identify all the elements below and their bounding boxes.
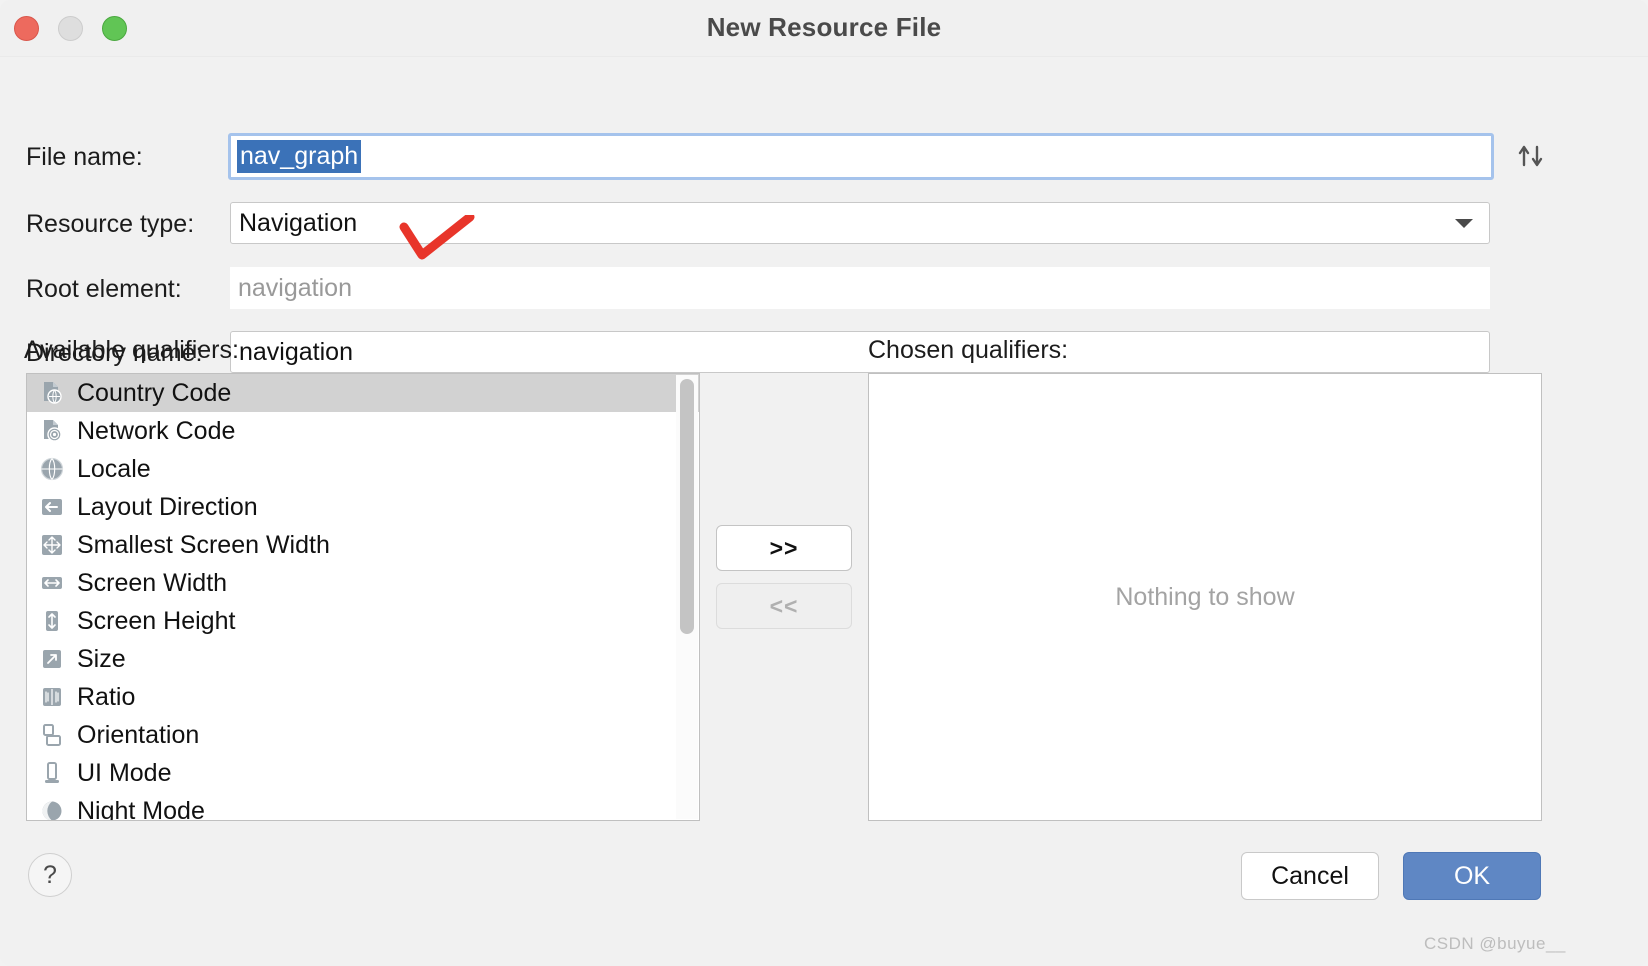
resource-type-label-row: Resource type: [26, 210, 194, 239]
available-list-scrollbar-thumb[interactable] [680, 379, 694, 634]
list-item-label: Ratio [77, 682, 136, 711]
list-item[interactable]: Night Mode [27, 792, 699, 821]
list-item-label: Smallest Screen Width [77, 530, 330, 559]
title-bar: New Resource File [0, 0, 1648, 57]
list-item-label: Network Code [77, 416, 236, 445]
network-code-icon [37, 416, 67, 446]
list-item-label: Screen Height [77, 606, 236, 635]
list-item[interactable]: Smallest Screen Width [27, 526, 699, 564]
file-name-input[interactable]: nav_graph [228, 133, 1494, 180]
list-item-label: Layout Direction [77, 492, 258, 521]
resource-type-dropdown[interactable]: Navigation [230, 202, 1490, 244]
ok-button[interactable]: OK [1403, 852, 1541, 900]
directory-name-value: navigation [239, 337, 353, 366]
list-item-label: UI Mode [77, 758, 172, 787]
ratio-icon [37, 682, 67, 712]
help-button[interactable]: ? [28, 853, 72, 897]
list-item-label: Locale [77, 454, 151, 483]
chosen-qualifiers-label: Chosen qualifiers: [868, 336, 1069, 364]
layout-direction-icon [37, 492, 67, 522]
list-item[interactable]: Network Code [27, 412, 699, 450]
country-code-icon [37, 378, 67, 408]
root-element-input: navigation [230, 267, 1490, 309]
list-item[interactable]: Orientation [27, 716, 699, 754]
chevron-down-icon [1455, 218, 1473, 228]
size-icon [37, 644, 67, 674]
file-name-label: File name: [26, 143, 143, 171]
root-element-label: Root element: [26, 275, 182, 303]
add-qualifier-button[interactable]: >> [716, 525, 852, 571]
orientation-icon [37, 720, 67, 750]
file-name-value: nav_graph [237, 139, 362, 174]
list-item[interactable]: Screen Width [27, 564, 699, 602]
new-resource-file-dialog: New Resource File File name: nav_graph R… [0, 0, 1648, 966]
ui-mode-icon [37, 758, 67, 788]
sort-icon[interactable] [1514, 139, 1550, 175]
dialog-title: New Resource File [706, 12, 942, 42]
chosen-empty-message: Nothing to show [1115, 582, 1295, 611]
list-item[interactable]: UI Mode [27, 754, 699, 792]
list-item[interactable]: Size [27, 640, 699, 678]
list-item[interactable]: Layout Direction [27, 488, 699, 526]
cancel-button[interactable]: Cancel [1241, 852, 1379, 900]
remove-qualifier-button: << [716, 583, 852, 629]
available-qualifiers-label: Available qualifiers: [24, 336, 239, 364]
resource-type-label: Resource type: [26, 210, 195, 238]
list-item[interactable]: Locale [27, 450, 699, 488]
screen-height-icon [37, 606, 67, 636]
smallest-screen-width-icon [37, 530, 67, 560]
directory-name-input[interactable]: navigation [230, 331, 1490, 373]
list-item-label: Size [77, 644, 126, 673]
root-element-label-row: Root element: [26, 275, 182, 304]
list-item-label: Night Mode [77, 796, 205, 821]
list-item-label: Orientation [77, 720, 200, 749]
resource-type-value: Navigation [239, 208, 358, 237]
list-item[interactable]: Ratio [27, 678, 699, 716]
file-name-label-row: File name: [26, 143, 143, 172]
locale-globe-icon [37, 454, 67, 484]
night-mode-moon-icon [37, 796, 67, 820]
chosen-qualifiers-list[interactable]: Nothing to show [868, 373, 1542, 821]
list-item-label: Country Code [77, 378, 232, 407]
root-element-value: navigation [238, 273, 352, 302]
list-item[interactable]: Country Code [27, 374, 699, 412]
watermark: CSDN @buyue__ [1424, 934, 1566, 953]
available-qualifiers-list[interactable]: Country Code Network Code Locale Layout … [26, 373, 700, 821]
transfer-buttons: >> << [716, 525, 852, 629]
list-item[interactable]: Screen Height [27, 602, 699, 640]
list-item-label: Screen Width [77, 568, 228, 597]
screen-width-icon [37, 568, 67, 598]
